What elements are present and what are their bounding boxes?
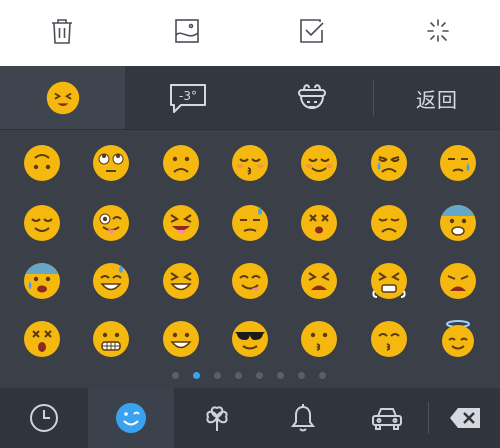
- checkbox-icon[interactable]: [299, 17, 325, 45]
- emoji-keyboard: -3° 返回: [0, 66, 500, 448]
- tab-emoticon[interactable]: -3°: [125, 66, 250, 130]
- back-button[interactable]: 返回: [374, 66, 500, 130]
- emoji-grinning-face[interactable]: [161, 319, 201, 359]
- character-icon: [297, 84, 326, 109]
- emoji-weary-face[interactable]: [438, 261, 478, 301]
- tabs-separator: [0, 129, 500, 130]
- emoji-tired-face[interactable]: [299, 261, 339, 301]
- emoji-kissing-face[interactable]: [299, 319, 339, 359]
- tab-character[interactable]: [250, 66, 373, 130]
- emoji-face-icon: [46, 81, 79, 115]
- sparkle-icon[interactable]: [425, 17, 451, 45]
- backspace-icon: [449, 408, 480, 428]
- editor-toolbar: [0, 0, 500, 66]
- emoji-halo-face[interactable]: [438, 319, 478, 359]
- emoji-relieved-face-blush[interactable]: [299, 143, 339, 183]
- travel-tab[interactable]: [346, 388, 428, 448]
- emoji-kissing-face-closed-eyes[interactable]: [230, 143, 270, 183]
- emoji-disappointed-relieved-face[interactable]: [369, 143, 409, 183]
- page-dot[interactable]: [298, 372, 305, 379]
- delete-button[interactable]: [429, 388, 500, 448]
- svg-text:-3°: -3°: [179, 89, 197, 103]
- trash-icon[interactable]: [49, 17, 75, 45]
- clock-icon: [30, 404, 58, 432]
- emoji-frowning-face[interactable]: [161, 143, 201, 183]
- recent-tab[interactable]: [0, 388, 88, 448]
- emoticon-bubble-icon: -3°: [169, 84, 206, 113]
- bottom-bar: [0, 388, 500, 448]
- page-dot[interactable]: [235, 372, 242, 379]
- back-label: 返回: [416, 87, 458, 112]
- emoji-relieved-face[interactable]: [22, 203, 62, 243]
- page-dot[interactable]: [277, 372, 284, 379]
- tab-emoji[interactable]: [0, 66, 125, 130]
- emoji-grimacing-face[interactable]: [91, 319, 131, 359]
- emoji-sunglasses-face[interactable]: [230, 319, 270, 359]
- emoji-yum-face[interactable]: [230, 261, 270, 301]
- emoji-laughing-face[interactable]: [161, 261, 201, 301]
- emoji-astonished-dizzy-face[interactable]: [22, 319, 62, 359]
- emoji-fearful-face[interactable]: [438, 203, 478, 243]
- nature-tab[interactable]: [174, 388, 260, 448]
- category-tabs: -3° 返回: [0, 66, 500, 130]
- emoji-grinning-sweat-face[interactable]: [91, 261, 131, 301]
- page-dot[interactable]: [172, 372, 179, 379]
- clover-icon: [206, 406, 228, 431]
- page-dot[interactable]: [214, 372, 221, 379]
- emoji-disappointed-face[interactable]: [369, 203, 409, 243]
- emoji-downcast-sweat-face[interactable]: [230, 203, 270, 243]
- page-dot[interactable]: [193, 372, 200, 379]
- emoji-crying-steam-face[interactable]: [369, 261, 409, 301]
- emoji-dizzy-face[interactable]: [299, 203, 339, 243]
- bell-icon: [291, 404, 315, 432]
- emoji-anxious-sweat-face[interactable]: [22, 261, 62, 301]
- emoji-smiling-kissing-face[interactable]: [369, 319, 409, 359]
- emoji-icon: [116, 403, 146, 433]
- page-dot[interactable]: [319, 372, 326, 379]
- emoji-squinting-tongue-face[interactable]: [161, 203, 201, 243]
- image-icon[interactable]: [174, 17, 200, 45]
- emoji-tab[interactable]: [88, 388, 174, 448]
- page-dot[interactable]: [256, 372, 263, 379]
- emoji-sleepy-face[interactable]: [438, 143, 478, 183]
- car-icon: [372, 408, 402, 430]
- emoji-winking-tongue-face[interactable]: [91, 203, 131, 243]
- emoji-face-with-rolling-eyes[interactable]: [91, 143, 131, 183]
- emoji-upside-down-face[interactable]: [22, 143, 62, 183]
- objects-tab[interactable]: [260, 388, 346, 448]
